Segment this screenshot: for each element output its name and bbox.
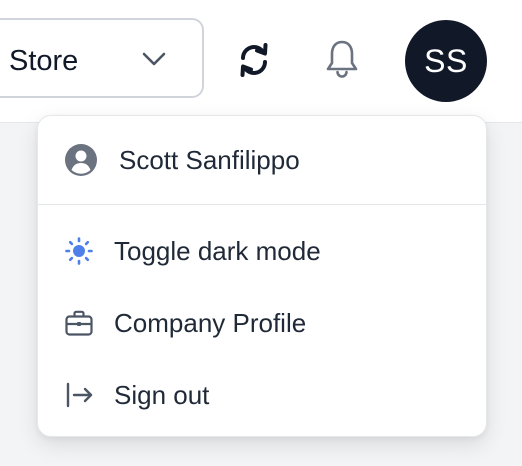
sign-out-icon	[66, 382, 93, 408]
user-menu-header: Scott Sanfilippo	[38, 116, 486, 204]
menu-item-company-profile[interactable]: Company Profile	[38, 290, 486, 354]
top-bar: Store SS	[0, 0, 522, 123]
menu-item-toggle-dark-mode[interactable]: Toggle dark mode	[38, 218, 486, 282]
chevron-down-icon	[142, 52, 166, 66]
menu-item-label: Company Profile	[114, 308, 307, 338]
menu-item-label: Sign out	[114, 380, 210, 410]
user-name: Scott Sanfilippo	[119, 145, 300, 175]
briefcase-icon	[65, 310, 93, 336]
sun-icon	[65, 237, 93, 265]
menu-divider	[38, 204, 486, 205]
user-menu-dropdown: Scott Sanfilippo Toggle dark mode Compan…	[37, 115, 487, 437]
store-select[interactable]: Store	[0, 18, 204, 98]
sync-icon[interactable]	[235, 40, 273, 80]
bell-icon[interactable]	[323, 38, 361, 80]
user-avatar[interactable]: SS	[405, 20, 487, 102]
user-circle-icon	[65, 144, 97, 176]
menu-item-sign-out[interactable]: Sign out	[38, 362, 486, 426]
store-select-label: Store	[9, 45, 79, 77]
menu-item-label: Toggle dark mode	[114, 236, 321, 266]
